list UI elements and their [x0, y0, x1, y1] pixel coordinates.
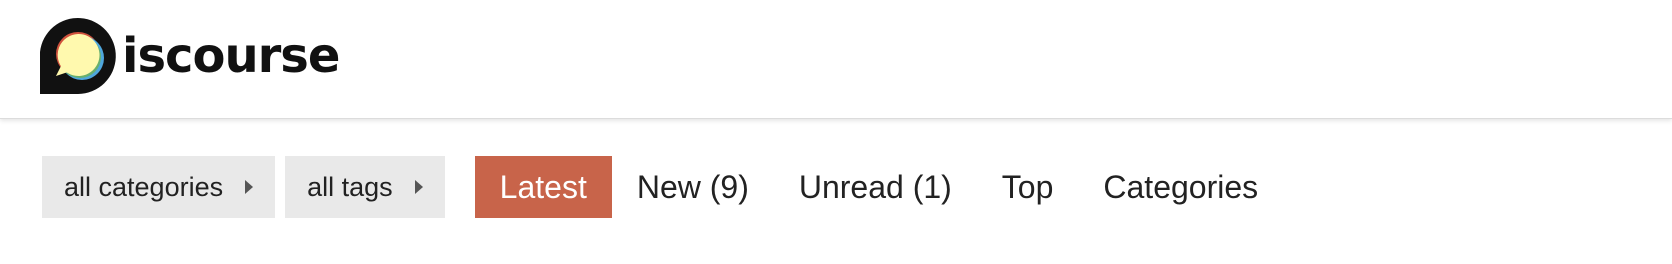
caret-right-icon	[245, 180, 254, 194]
tab-unread[interactable]: Unread (1)	[774, 156, 977, 218]
caret-right-icon	[414, 180, 423, 194]
tab-unread-label: Unread (1)	[798, 168, 952, 205]
site-header: iscourse	[0, 0, 1672, 119]
navigation-bar: all categories all tags Latest New (9) U…	[42, 156, 1283, 218]
tag-dropdown-label: all tags	[307, 171, 393, 202]
tab-top-label: Top	[1001, 168, 1054, 205]
discourse-logo-icon	[40, 18, 116, 94]
category-dropdown-label: all categories	[64, 171, 224, 202]
tab-new-label: New (9)	[636, 168, 749, 205]
logo-text: iscourse	[122, 28, 340, 84]
tab-top[interactable]: Top	[977, 156, 1079, 218]
tab-latest[interactable]: Latest	[474, 156, 612, 218]
tab-latest-label: Latest	[499, 168, 587, 205]
category-dropdown[interactable]: all categories	[42, 156, 276, 218]
nav-tabs: Latest New (9) Unread (1) Top Categories	[474, 156, 1283, 218]
tab-categories[interactable]: Categories	[1078, 156, 1283, 218]
site-logo[interactable]: iscourse	[40, 14, 340, 94]
tag-dropdown[interactable]: all tags	[285, 156, 445, 218]
tab-new[interactable]: New (9)	[612, 156, 774, 218]
tab-categories-label: Categories	[1103, 168, 1259, 205]
